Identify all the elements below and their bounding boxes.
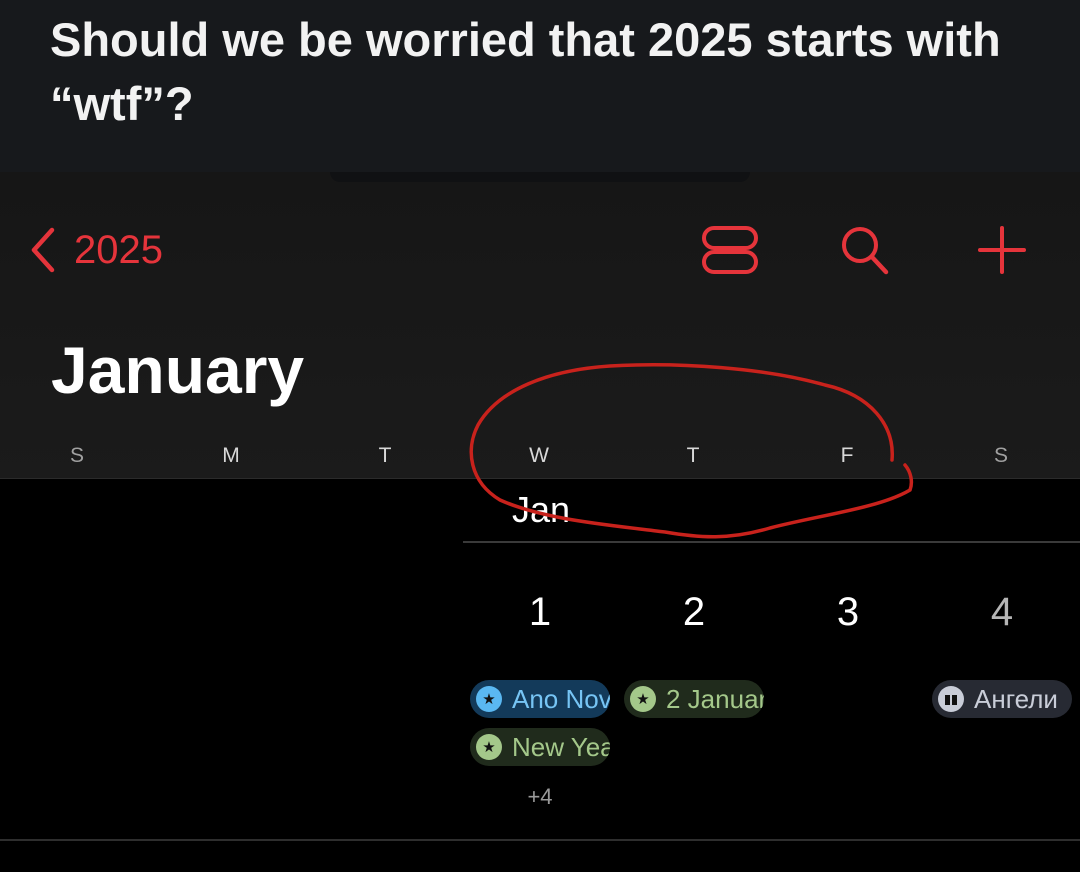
event-new-year[interactable]: ★ New Year [470, 728, 610, 766]
weekday-wed: W [529, 444, 549, 467]
calendar-header [0, 172, 1080, 479]
search-button[interactable] [834, 222, 894, 278]
gift-icon [938, 686, 964, 712]
weekday-fri: F [840, 444, 854, 467]
header-divider [0, 478, 1080, 479]
day-2[interactable]: 2 [664, 588, 724, 636]
day-1[interactable]: 1 [510, 588, 570, 636]
event-label: 2 January [666, 683, 764, 714]
caption-text: Should we be worried that 2025 starts wi… [50, 13, 1001, 130]
month-marker: Jan [511, 489, 571, 530]
day-4[interactable]: 4 [972, 588, 1032, 636]
more-events-link[interactable]: +4 [510, 784, 570, 810]
list-view-icon [700, 224, 760, 276]
list-view-button[interactable] [700, 222, 760, 278]
weekday-thu: T [686, 444, 700, 467]
weekday-mon: M [222, 444, 240, 467]
search-icon [836, 222, 892, 278]
weekday-tue: T [378, 444, 392, 467]
chevron-left-icon [30, 226, 56, 274]
notch-bar [330, 172, 750, 182]
weekday-header: S M T W T F S [0, 440, 1080, 472]
add-event-button[interactable] [972, 222, 1032, 278]
day-3[interactable]: 3 [818, 588, 878, 636]
back-button[interactable]: 2025 [30, 222, 163, 278]
star-icon: ★ [630, 686, 656, 712]
event-2-january[interactable]: ★ 2 January [624, 680, 764, 718]
event-angeli[interactable]: Ангели [932, 680, 1072, 718]
week-divider [463, 541, 1080, 543]
post-caption: Should we be worried that 2025 starts wi… [0, 0, 1080, 172]
star-icon: ★ [476, 686, 502, 712]
weekday-sat: S [993, 444, 1008, 467]
plus-icon [976, 224, 1028, 276]
star-icon: ★ [476, 734, 502, 760]
month-title: January [51, 333, 305, 407]
bottom-divider [0, 839, 1080, 841]
event-ano-novo[interactable]: ★ Ano Novo [470, 680, 610, 718]
event-label: Ангели [974, 683, 1058, 714]
event-label: Ano Novo [512, 683, 610, 714]
event-label: New Year [512, 731, 610, 762]
back-label: 2025 [74, 227, 163, 272]
weekday-sun: S [69, 444, 84, 467]
